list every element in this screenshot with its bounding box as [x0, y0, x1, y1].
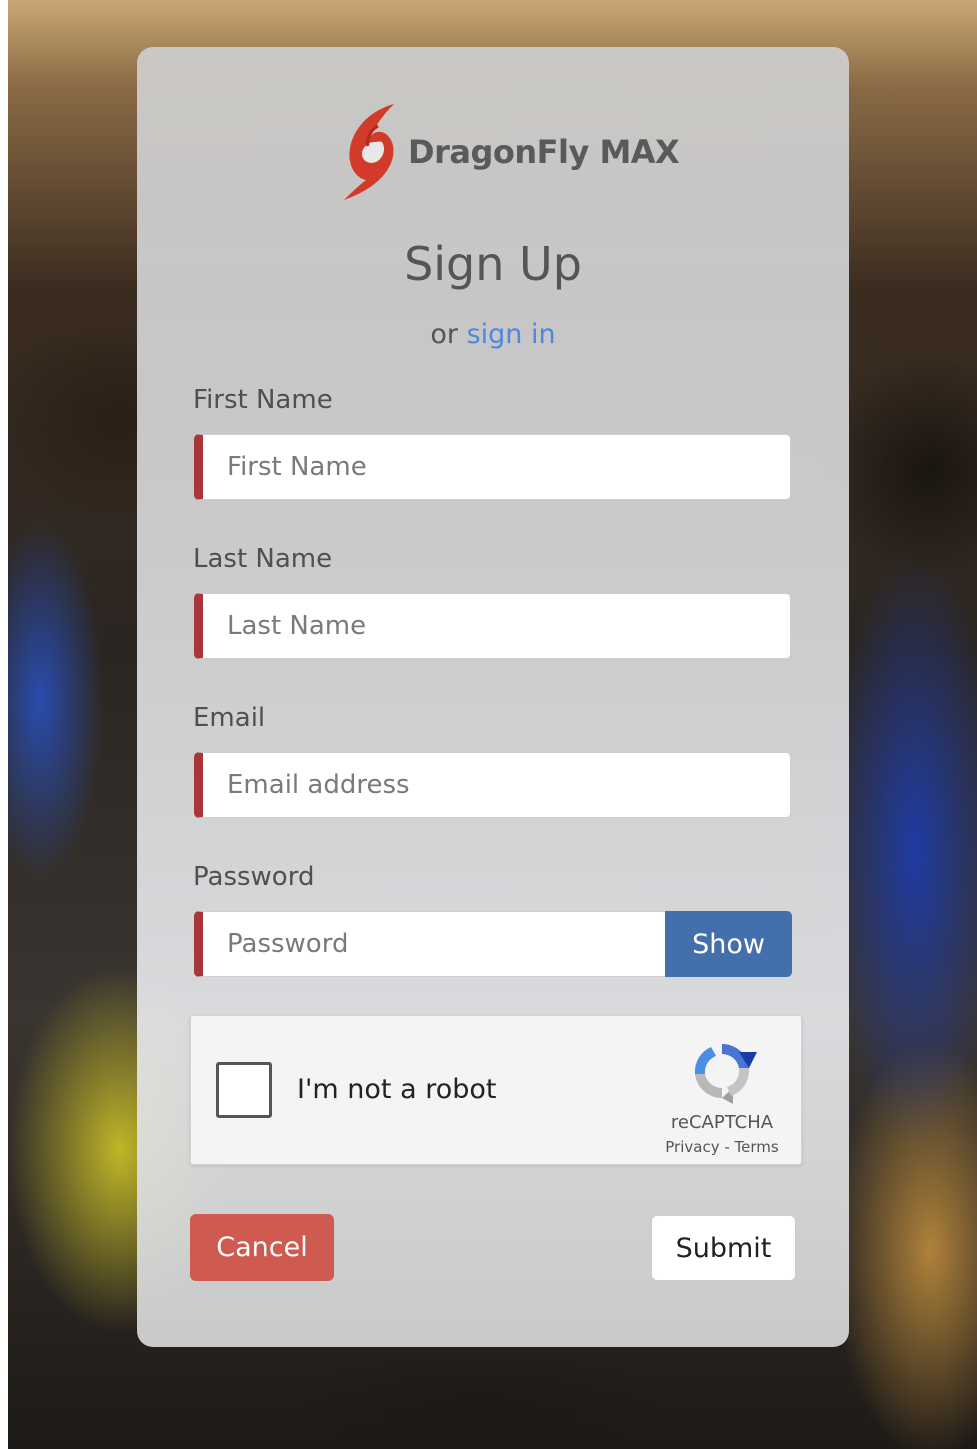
recaptcha-brand: reCAPTCHA [670, 1112, 774, 1133]
brand-logo: DragonFly MAX [342, 102, 680, 202]
signup-card: DragonFly MAX Sign Up or sign in First N… [137, 47, 849, 1347]
links-separator: - [719, 1138, 735, 1156]
email-label: Email [193, 703, 266, 733]
first-name-label: First Name [193, 385, 333, 415]
submit-button[interactable]: Submit [651, 1215, 796, 1281]
last-name-label: Last Name [193, 544, 333, 574]
last-name-input[interactable] [194, 593, 791, 659]
first-name-input[interactable] [194, 434, 791, 500]
recaptcha-links: Privacy - Terms [637, 1138, 807, 1156]
password-input[interactable] [194, 911, 666, 977]
sign-in-link[interactable]: sign in [467, 319, 556, 350]
privacy-link[interactable]: Privacy [665, 1138, 719, 1156]
recaptcha-logo-icon [694, 1043, 757, 1104]
signin-prompt: or sign in [137, 319, 849, 350]
recaptcha-widget: I'm not a robot reCAPTCHA Privacy - Term… [190, 1015, 802, 1165]
recaptcha-checkbox[interactable] [216, 1062, 272, 1118]
recaptcha-label: I'm not a robot [297, 1074, 497, 1105]
page-title: Sign Up [404, 237, 582, 291]
or-text: or [430, 319, 467, 350]
brand-name: DragonFly MAX [408, 133, 680, 171]
terms-link[interactable]: Terms [735, 1138, 779, 1156]
password-label: Password [193, 862, 315, 892]
page-edge [0, 0, 8, 1449]
dragonfly-logo-icon [344, 104, 394, 200]
email-input[interactable] [194, 752, 791, 818]
show-password-button[interactable]: Show [665, 911, 792, 977]
cancel-button[interactable]: Cancel [190, 1214, 334, 1281]
